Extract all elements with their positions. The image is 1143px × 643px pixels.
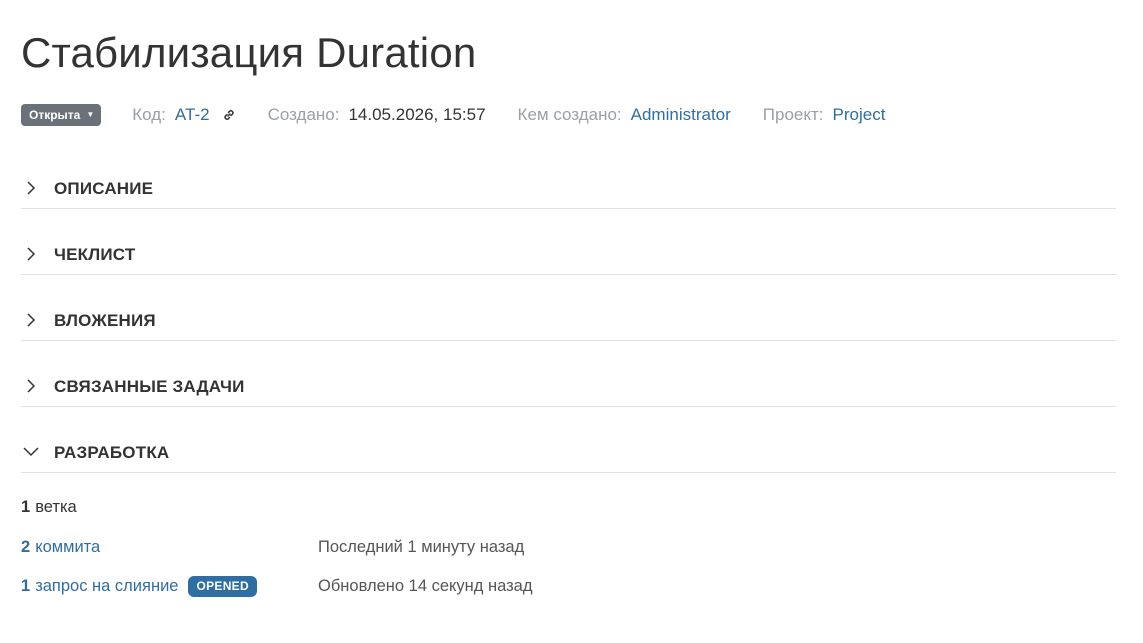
section-description[interactable]: ОПИСАНИЕ [21,168,1116,209]
section-checklist[interactable]: ЧЕКЛИСТ [21,234,1116,275]
link-icon[interactable] [222,108,236,122]
merge-request-info: Обновлено 14 секунд назад [318,576,533,595]
section-attachments[interactable]: ВЛОЖЕНИЯ [21,300,1116,341]
section-related-tasks[interactable]: СВЯЗАННЫЕ ЗАДАЧИ [21,366,1116,407]
issue-page: Стабилизация Duration Открыта ▼ Код: AT-… [0,0,1143,643]
dev-commits[interactable]: 2 коммита [21,536,100,558]
issue-title: Стабилизация Duration [21,29,477,76]
author-label: Кем создано: [517,105,622,124]
opened-badge: OPENED [188,575,257,597]
chevron-right-icon [27,181,36,195]
author-field: Кем создано: Administrator [518,105,731,125]
status-label: Открыта [29,108,81,122]
created-field: Создано: 14.05.2026, 15:57 [268,105,486,125]
created-label: Создано: [267,105,340,124]
author-link[interactable]: Administrator [631,105,731,125]
project-field: Проект: Project [763,105,886,125]
project-label: Проект: [762,105,824,124]
caret-down-icon: ▼ [86,110,95,119]
project-link[interactable]: Project [833,105,886,125]
chevron-right-icon [27,247,36,261]
chevron-right-icon [27,379,36,393]
chevron-down-icon [23,447,39,457]
chevron-right-icon [27,313,36,327]
section-label: ЧЕКЛИСТ [54,245,136,264]
merge-request-count[interactable]: 1 [21,577,30,596]
branch-label: ветка [35,497,77,516]
section-label: РАЗРАБОТКА [54,443,170,462]
commit-count[interactable]: 2 [21,538,30,557]
section-label: СВЯЗАННЫЕ ЗАДАЧИ [54,377,245,396]
code-field: Код: AT-2 [132,105,235,125]
commit-info: Последний 1 минуту назад [318,537,525,556]
code-label: Код: [132,105,166,124]
commit-link[interactable]: коммита [35,538,100,557]
dev-branches: 1 ветка [21,496,77,518]
dev-merge-requests[interactable]: 1 запрос на слияние OPENED [21,575,257,597]
status-dropdown[interactable]: Открыта ▼ [21,104,102,126]
section-label: ОПИСАНИЕ [54,179,154,198]
section-development[interactable]: РАЗРАБОТКА [21,432,1116,473]
section-label: ВЛОЖЕНИЯ [54,311,156,330]
code-link[interactable]: AT-2 [175,105,210,125]
branch-count: 1 [21,497,31,516]
issue-meta-bar: Открыта ▼ Код: AT-2 Создано: 14.05.2026,… [21,102,885,128]
merge-request-link[interactable]: запрос на слияние [35,577,178,596]
created-value: 14.05.2026, 15:57 [348,105,486,124]
